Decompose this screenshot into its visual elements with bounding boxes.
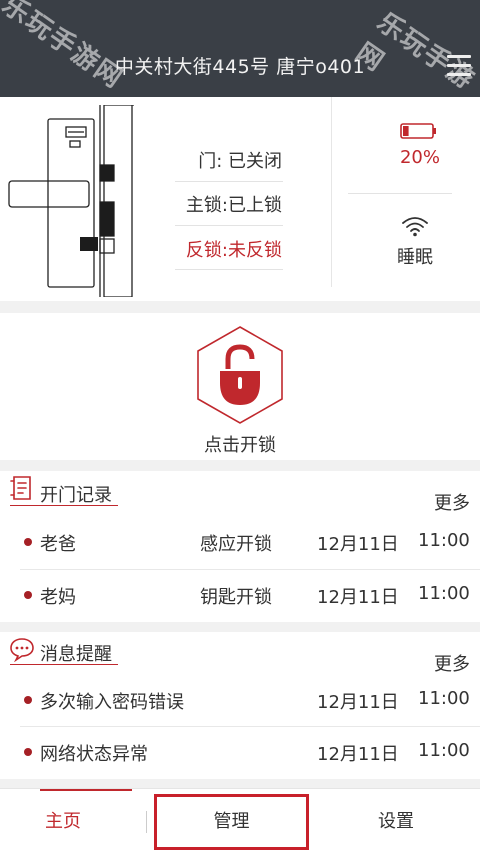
door-record-row[interactable]: 老妈 钥匙开锁 12月11日 11:00: [0, 569, 480, 621]
top-header-bar: 乐玩手游网 乐玩手游网 中关村大街445号 唐宁o401: [0, 0, 480, 97]
record-time: 11:00: [418, 530, 470, 551]
record-unlock-method: 感应开锁: [200, 534, 272, 555]
record-unlock-method: 钥匙开锁: [200, 587, 272, 608]
message-row[interactable]: 网络状态异常 12月11日 11:00: [0, 726, 480, 778]
message-time: 11:00: [418, 688, 470, 709]
watermark-text-left: 乐玩手游网: [0, 0, 129, 95]
nav-separator: [146, 811, 147, 833]
battery-level-text: 20%: [399, 147, 440, 168]
nav-tab-settings[interactable]: 设置: [320, 789, 472, 854]
unlock-panel: 点击开锁: [0, 313, 480, 460]
sleep-mode-text: 睡眠: [397, 247, 433, 268]
record-user-name: 老爸: [40, 534, 76, 555]
page-title: 中关村大街445号 唐宁o401: [114, 56, 366, 78]
bullet-dot: [24, 538, 32, 546]
message-date: 12月11日: [317, 692, 399, 713]
messages-underline: [10, 664, 118, 665]
record-time: 11:00: [418, 583, 470, 604]
message-date: 12月11日: [317, 744, 399, 765]
record-user-name: 老妈: [40, 587, 76, 608]
message-text: 多次输入密码错误: [40, 692, 184, 713]
bullet-dot: [24, 696, 32, 704]
hamburger-menu-icon[interactable]: [447, 55, 471, 77]
unlock-label[interactable]: 点击开锁: [0, 431, 480, 457]
main-lock-status-text: 主锁:已上锁: [185, 195, 282, 216]
bottom-navigation-bar: 主页 管理 设置: [0, 788, 480, 854]
battery-icon: [400, 123, 436, 139]
chat-bubble-icon: [10, 638, 34, 662]
status-divider-1: [175, 181, 283, 182]
nav-tab-home[interactable]: 主页: [0, 789, 126, 854]
door-lock-illustration-icon: [8, 105, 134, 297]
wifi-icon: [402, 217, 428, 237]
door-status-text: 门: 已关闭: [198, 151, 282, 172]
door-records-more-link[interactable]: 更多: [434, 489, 470, 515]
lock-status-panel: 门: 已关闭 主锁:已上锁 反锁:未反锁 20% 睡眠: [0, 97, 480, 301]
record-list-icon: [10, 476, 31, 500]
message-row[interactable]: 多次输入密码错误 12月11日 11:00: [0, 674, 480, 726]
door-records-title: 开门记录: [40, 485, 112, 506]
messages-more-link[interactable]: 更多: [434, 650, 470, 676]
door-records-card: 开门记录 更多 老爸 感应开锁 12月11日 11:00 老妈 钥匙开锁 12月…: [0, 471, 480, 622]
status-divider-3: [175, 269, 283, 270]
door-record-row[interactable]: 老爸 感应开锁 12月11日 11:00: [0, 516, 480, 568]
status-vertical-divider: [331, 97, 332, 287]
bullet-dot: [24, 591, 32, 599]
record-date: 12月11日: [317, 534, 399, 555]
messages-card: 消息提醒 更多 多次输入密码错误 12月11日 11:00 网络状态异常 12月…: [0, 632, 480, 779]
bullet-dot: [24, 748, 32, 756]
status-divider-2: [175, 225, 283, 226]
door-records-underline: [10, 505, 118, 506]
record-date: 12月11日: [317, 587, 399, 608]
deadbolt-status-text: 反锁:未反锁: [185, 240, 282, 261]
message-text: 网络状态异常: [40, 744, 148, 765]
messages-title: 消息提醒: [40, 644, 112, 665]
side-divider: [348, 193, 452, 194]
message-time: 11:00: [418, 740, 470, 761]
manage-highlight-box: [154, 794, 309, 850]
padlock-unlock-icon[interactable]: [194, 325, 286, 425]
